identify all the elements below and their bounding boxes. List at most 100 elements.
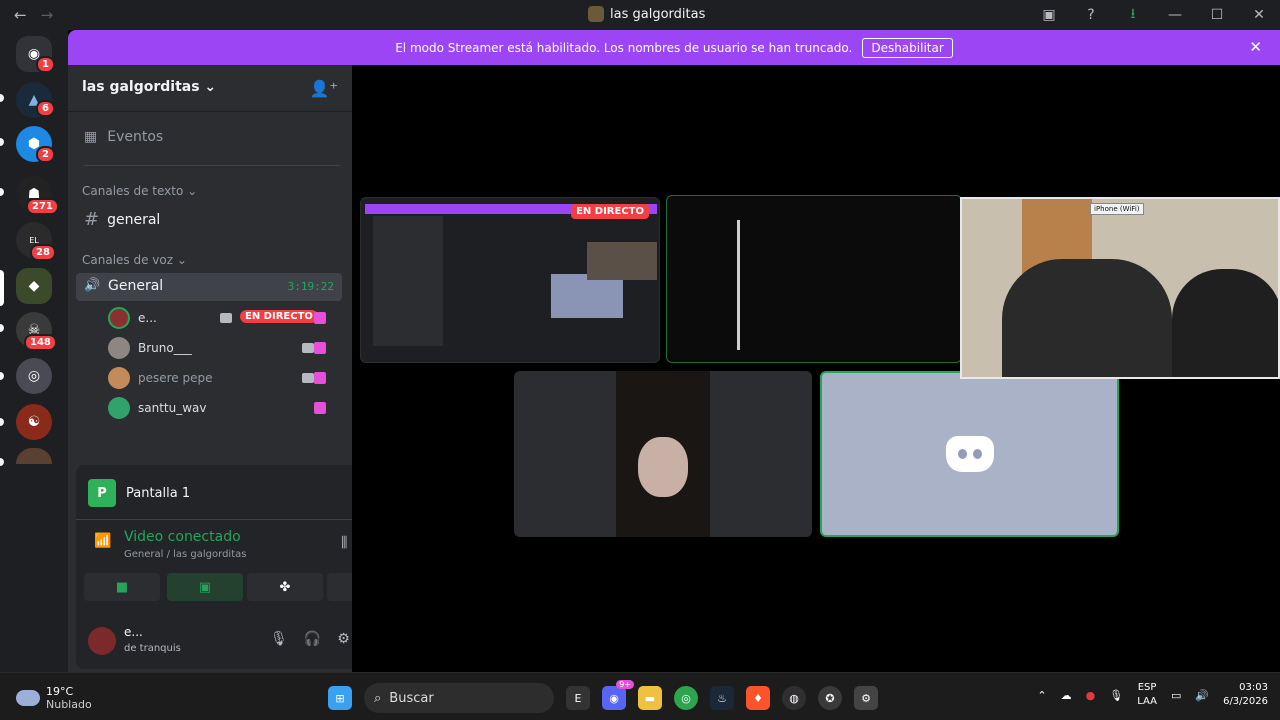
light-streak [737, 220, 740, 350]
discord-window: ← → las galgorditas ▣ ? ⭳ — ☐ ✕ ◉ 1 ▲ 6 … [0, 0, 1280, 720]
discord-taskbar-icon[interactable]: ◉ 9+ [602, 680, 634, 710]
headset-icon [314, 402, 326, 414]
avatar [108, 337, 130, 359]
weather-condition: Nublado [46, 698, 92, 711]
camera-tile[interactable] [514, 371, 812, 537]
inbox-icon[interactable]: ▣ [1028, 7, 1070, 23]
activities-button[interactable]: ✤ [247, 573, 323, 601]
voice-channel-general[interactable]: 🔊 General 3:19:22 [76, 273, 342, 301]
obs-icon[interactable]: ◍ [782, 686, 806, 710]
screen-share-item[interactable]: P Pantalla 1 [88, 479, 190, 507]
lang-bottom: LAA [1137, 696, 1157, 707]
camera-icon [302, 343, 314, 353]
user-status: de tranquis [124, 643, 181, 654]
unread-pill [0, 188, 4, 196]
help-icon[interactable]: ? [1070, 7, 1112, 23]
camera-tile-dark[interactable] [666, 195, 962, 363]
temperature: 19°C [46, 685, 74, 698]
channel-general-text[interactable]: # general [84, 209, 160, 230]
hashtag-icon: # [84, 209, 100, 230]
stream-tile[interactable]: EN DIRECTO [360, 197, 660, 363]
settings-icon[interactable]: ⚙ [854, 686, 878, 710]
server-icon[interactable]: ☯ [16, 404, 52, 440]
volume-icon[interactable]: 🔊 [1195, 689, 1209, 702]
notification-badge: 148 [24, 334, 57, 351]
voice-user[interactable]: Bruno___ [108, 337, 338, 361]
file-explorer-icon[interactable]: ▬ [638, 686, 662, 710]
download-icon[interactable]: ⭳ [1112, 3, 1154, 27]
screen-share-icon: P [88, 479, 116, 507]
weather-widget[interactable]: 19°C Nublado [16, 685, 92, 711]
person [1172, 269, 1278, 377]
brave-icon[interactable]: ♦ [746, 686, 770, 710]
chrome-icon[interactable]: ◎ [674, 686, 698, 710]
voice-user[interactable]: e... EN DIRECTO [108, 307, 338, 331]
headphones-icon[interactable]: 🎧 [304, 631, 321, 647]
maximize-icon[interactable]: ☐ [1196, 7, 1238, 23]
noise-suppression-icon[interactable]: ⫼ [341, 535, 347, 551]
speaker-icon: 🔊 [84, 278, 101, 293]
avatar[interactable] [88, 627, 116, 655]
close-banner-icon[interactable]: ✕ [1249, 38, 1262, 56]
camera-button[interactable]: ■ [84, 573, 160, 601]
avatar [108, 367, 130, 389]
voice-user[interactable]: pesere pepe [108, 367, 338, 391]
voice-user-name: e... [138, 311, 157, 325]
live-badge: EN DIRECTO [240, 310, 318, 323]
minimize-icon[interactable]: — [1154, 7, 1196, 23]
search-box[interactable]: ⌕ Buscar [364, 683, 554, 713]
notification-badge: 2 [36, 146, 55, 163]
notification-badge: 28 [30, 244, 56, 261]
voice-user[interactable]: santtu_wav [108, 397, 338, 421]
guild-name-header[interactable]: las galgorditas ⌄ [82, 79, 216, 95]
epic-games-icon[interactable]: E [566, 686, 590, 710]
input-language[interactable]: ESP LAA [1137, 681, 1157, 709]
close-icon[interactable]: ✕ [1238, 7, 1280, 23]
camera-tile-speaking[interactable] [820, 371, 1119, 537]
gear-icon[interactable]: ⚙ [337, 631, 350, 647]
banner-text: El modo Streamer está habilitado. Los no… [395, 40, 853, 55]
back-arrow-icon[interactable]: ← [14, 6, 27, 24]
user-controls: 🎙 🎧 ⚙ [270, 631, 350, 647]
steam-icon[interactable]: ♨ [710, 686, 734, 710]
search-icon: ⌕ [374, 690, 382, 706]
disable-streamer-button[interactable]: Deshabilitar [862, 37, 953, 58]
discord-logo-icon [945, 436, 994, 472]
divider [68, 111, 352, 112]
microphone-icon[interactable]: 🎙 [270, 631, 288, 647]
voice-category[interactable]: Canales de voz ⌄ [82, 253, 187, 267]
add-user-icon[interactable]: 👤⁺ [310, 79, 338, 98]
avatar [108, 397, 130, 419]
stream-preview-sidebar [373, 216, 443, 346]
antivirus-icon[interactable]: ● [1086, 689, 1096, 702]
unread-pill [0, 418, 4, 426]
start-icon[interactable]: ⊞ [328, 686, 352, 710]
unread-pill [0, 324, 4, 332]
notification-badge: 1 [36, 56, 55, 73]
app-icon[interactable]: ✪ [818, 686, 842, 710]
events-item[interactable]: ▦ Eventos [84, 129, 163, 145]
cloud-sync-icon[interactable]: ☁ [1061, 689, 1072, 702]
server-icon[interactable]: ◎ [16, 358, 52, 394]
user-name: e... [124, 625, 143, 639]
headset-icon [314, 312, 326, 324]
chevron-up-icon[interactable]: ⌃ [1037, 689, 1046, 702]
microphone-tray-icon[interactable]: 🎙 [1109, 689, 1123, 702]
title-bar: ← → las galgorditas ▣ ? ⭳ — ☐ ✕ [0, 0, 1280, 30]
search-placeholder: Buscar [389, 690, 434, 706]
video-status[interactable]: Video conectado [124, 529, 241, 545]
face [638, 437, 688, 497]
screen-share-button[interactable]: ▣ [167, 573, 243, 601]
camera-icon [302, 373, 314, 383]
taskbar-apps: ⊞ ⌕ Buscar E ◉ 9+ ▬ ◎ ♨ ♦ ◍ ✪ ⚙ [328, 680, 878, 713]
forward-arrow-icon[interactable]: → [41, 6, 54, 24]
clock[interactable]: 03:03 6/3/2026 [1223, 681, 1268, 709]
server-icon[interactable] [16, 448, 52, 464]
pip-camera-tile[interactable]: iPhone (WiFi) [960, 197, 1280, 379]
stream-preview-tile [587, 242, 657, 280]
unread-pill [0, 94, 4, 102]
text-category[interactable]: Canales de texto ⌄ [82, 184, 197, 198]
network-icon[interactable]: ▭ [1171, 689, 1181, 702]
server-icon[interactable]: ◆ [16, 268, 52, 304]
selected-pill [0, 270, 4, 306]
